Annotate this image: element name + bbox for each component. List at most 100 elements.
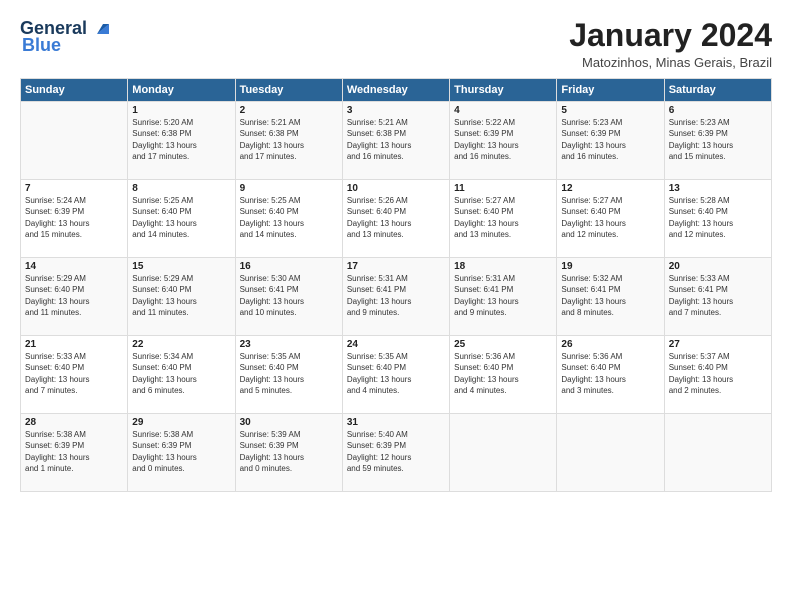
day-number: 1 [132, 105, 230, 116]
day-number: 17 [347, 261, 445, 272]
day-cell [664, 414, 771, 492]
day-number: 14 [25, 261, 123, 272]
day-content: Sunrise: 5:31 AM Sunset: 6:41 PM Dayligh… [347, 273, 445, 318]
header: General Blue January 2024 Matozinhos, Mi… [20, 18, 772, 70]
day-content: Sunrise: 5:25 AM Sunset: 6:40 PM Dayligh… [240, 195, 338, 240]
day-content: Sunrise: 5:40 AM Sunset: 6:39 PM Dayligh… [347, 429, 445, 474]
day-cell: 24Sunrise: 5:35 AM Sunset: 6:40 PM Dayli… [342, 336, 449, 414]
day-number: 31 [347, 417, 445, 428]
day-number: 3 [347, 105, 445, 116]
day-cell: 23Sunrise: 5:35 AM Sunset: 6:40 PM Dayli… [235, 336, 342, 414]
day-content: Sunrise: 5:35 AM Sunset: 6:40 PM Dayligh… [240, 351, 338, 396]
day-content: Sunrise: 5:32 AM Sunset: 6:41 PM Dayligh… [561, 273, 659, 318]
header-cell-thursday: Thursday [450, 79, 557, 102]
day-number: 12 [561, 183, 659, 194]
day-cell: 13Sunrise: 5:28 AM Sunset: 6:40 PM Dayli… [664, 180, 771, 258]
day-number: 19 [561, 261, 659, 272]
day-cell: 28Sunrise: 5:38 AM Sunset: 6:39 PM Dayli… [21, 414, 128, 492]
day-cell [557, 414, 664, 492]
day-content: Sunrise: 5:30 AM Sunset: 6:41 PM Dayligh… [240, 273, 338, 318]
day-cell: 12Sunrise: 5:27 AM Sunset: 6:40 PM Dayli… [557, 180, 664, 258]
week-row-1: 1Sunrise: 5:20 AM Sunset: 6:38 PM Daylig… [21, 102, 772, 180]
day-content: Sunrise: 5:23 AM Sunset: 6:39 PM Dayligh… [669, 117, 767, 162]
day-cell: 15Sunrise: 5:29 AM Sunset: 6:40 PM Dayli… [128, 258, 235, 336]
day-number: 10 [347, 183, 445, 194]
day-content: Sunrise: 5:20 AM Sunset: 6:38 PM Dayligh… [132, 117, 230, 162]
day-cell [21, 102, 128, 180]
day-cell: 11Sunrise: 5:27 AM Sunset: 6:40 PM Dayli… [450, 180, 557, 258]
week-row-3: 14Sunrise: 5:29 AM Sunset: 6:40 PM Dayli… [21, 258, 772, 336]
day-content: Sunrise: 5:25 AM Sunset: 6:40 PM Dayligh… [132, 195, 230, 240]
day-number: 15 [132, 261, 230, 272]
day-number: 22 [132, 339, 230, 350]
day-number: 18 [454, 261, 552, 272]
day-cell: 30Sunrise: 5:39 AM Sunset: 6:39 PM Dayli… [235, 414, 342, 492]
day-cell: 21Sunrise: 5:33 AM Sunset: 6:40 PM Dayli… [21, 336, 128, 414]
day-content: Sunrise: 5:36 AM Sunset: 6:40 PM Dayligh… [561, 351, 659, 396]
week-row-4: 21Sunrise: 5:33 AM Sunset: 6:40 PM Dayli… [21, 336, 772, 414]
day-content: Sunrise: 5:36 AM Sunset: 6:40 PM Dayligh… [454, 351, 552, 396]
day-content: Sunrise: 5:28 AM Sunset: 6:40 PM Dayligh… [669, 195, 767, 240]
calendar-table: SundayMondayTuesdayWednesdayThursdayFrid… [20, 78, 772, 492]
day-number: 9 [240, 183, 338, 194]
day-cell: 22Sunrise: 5:34 AM Sunset: 6:40 PM Dayli… [128, 336, 235, 414]
day-number: 20 [669, 261, 767, 272]
day-cell: 1Sunrise: 5:20 AM Sunset: 6:38 PM Daylig… [128, 102, 235, 180]
day-cell: 18Sunrise: 5:31 AM Sunset: 6:41 PM Dayli… [450, 258, 557, 336]
day-content: Sunrise: 5:38 AM Sunset: 6:39 PM Dayligh… [25, 429, 123, 474]
day-number: 28 [25, 417, 123, 428]
day-content: Sunrise: 5:29 AM Sunset: 6:40 PM Dayligh… [25, 273, 123, 318]
day-number: 11 [454, 183, 552, 194]
day-content: Sunrise: 5:34 AM Sunset: 6:40 PM Dayligh… [132, 351, 230, 396]
logo-blue: Blue [22, 35, 61, 56]
day-content: Sunrise: 5:39 AM Sunset: 6:39 PM Dayligh… [240, 429, 338, 474]
day-content: Sunrise: 5:35 AM Sunset: 6:40 PM Dayligh… [347, 351, 445, 396]
title-block: January 2024 Matozinhos, Minas Gerais, B… [569, 18, 772, 70]
day-content: Sunrise: 5:37 AM Sunset: 6:40 PM Dayligh… [669, 351, 767, 396]
day-cell: 20Sunrise: 5:33 AM Sunset: 6:41 PM Dayli… [664, 258, 771, 336]
location: Matozinhos, Minas Gerais, Brazil [569, 55, 772, 70]
day-content: Sunrise: 5:24 AM Sunset: 6:39 PM Dayligh… [25, 195, 123, 240]
day-number: 29 [132, 417, 230, 428]
day-content: Sunrise: 5:21 AM Sunset: 6:38 PM Dayligh… [347, 117, 445, 162]
header-cell-friday: Friday [557, 79, 664, 102]
day-number: 24 [347, 339, 445, 350]
logo-icon [89, 16, 111, 38]
day-cell: 5Sunrise: 5:23 AM Sunset: 6:39 PM Daylig… [557, 102, 664, 180]
day-cell: 4Sunrise: 5:22 AM Sunset: 6:39 PM Daylig… [450, 102, 557, 180]
day-cell: 9Sunrise: 5:25 AM Sunset: 6:40 PM Daylig… [235, 180, 342, 258]
week-row-5: 28Sunrise: 5:38 AM Sunset: 6:39 PM Dayli… [21, 414, 772, 492]
day-number: 8 [132, 183, 230, 194]
day-cell: 16Sunrise: 5:30 AM Sunset: 6:41 PM Dayli… [235, 258, 342, 336]
header-cell-monday: Monday [128, 79, 235, 102]
day-number: 13 [669, 183, 767, 194]
day-number: 5 [561, 105, 659, 116]
header-cell-tuesday: Tuesday [235, 79, 342, 102]
day-cell [450, 414, 557, 492]
day-content: Sunrise: 5:38 AM Sunset: 6:39 PM Dayligh… [132, 429, 230, 474]
day-content: Sunrise: 5:33 AM Sunset: 6:40 PM Dayligh… [25, 351, 123, 396]
day-cell: 7Sunrise: 5:24 AM Sunset: 6:39 PM Daylig… [21, 180, 128, 258]
day-cell: 2Sunrise: 5:21 AM Sunset: 6:38 PM Daylig… [235, 102, 342, 180]
calendar-page: General Blue January 2024 Matozinhos, Mi… [0, 0, 792, 612]
day-cell: 31Sunrise: 5:40 AM Sunset: 6:39 PM Dayli… [342, 414, 449, 492]
day-content: Sunrise: 5:21 AM Sunset: 6:38 PM Dayligh… [240, 117, 338, 162]
day-number: 4 [454, 105, 552, 116]
day-cell: 19Sunrise: 5:32 AM Sunset: 6:41 PM Dayli… [557, 258, 664, 336]
header-row: SundayMondayTuesdayWednesdayThursdayFrid… [21, 79, 772, 102]
day-content: Sunrise: 5:23 AM Sunset: 6:39 PM Dayligh… [561, 117, 659, 162]
day-number: 6 [669, 105, 767, 116]
day-content: Sunrise: 5:29 AM Sunset: 6:40 PM Dayligh… [132, 273, 230, 318]
day-cell: 26Sunrise: 5:36 AM Sunset: 6:40 PM Dayli… [557, 336, 664, 414]
day-cell: 17Sunrise: 5:31 AM Sunset: 6:41 PM Dayli… [342, 258, 449, 336]
day-content: Sunrise: 5:27 AM Sunset: 6:40 PM Dayligh… [561, 195, 659, 240]
day-cell: 3Sunrise: 5:21 AM Sunset: 6:38 PM Daylig… [342, 102, 449, 180]
day-number: 23 [240, 339, 338, 350]
day-content: Sunrise: 5:26 AM Sunset: 6:40 PM Dayligh… [347, 195, 445, 240]
week-row-2: 7Sunrise: 5:24 AM Sunset: 6:39 PM Daylig… [21, 180, 772, 258]
day-number: 16 [240, 261, 338, 272]
day-number: 21 [25, 339, 123, 350]
day-content: Sunrise: 5:33 AM Sunset: 6:41 PM Dayligh… [669, 273, 767, 318]
day-cell: 10Sunrise: 5:26 AM Sunset: 6:40 PM Dayli… [342, 180, 449, 258]
logo: General Blue [20, 18, 111, 56]
